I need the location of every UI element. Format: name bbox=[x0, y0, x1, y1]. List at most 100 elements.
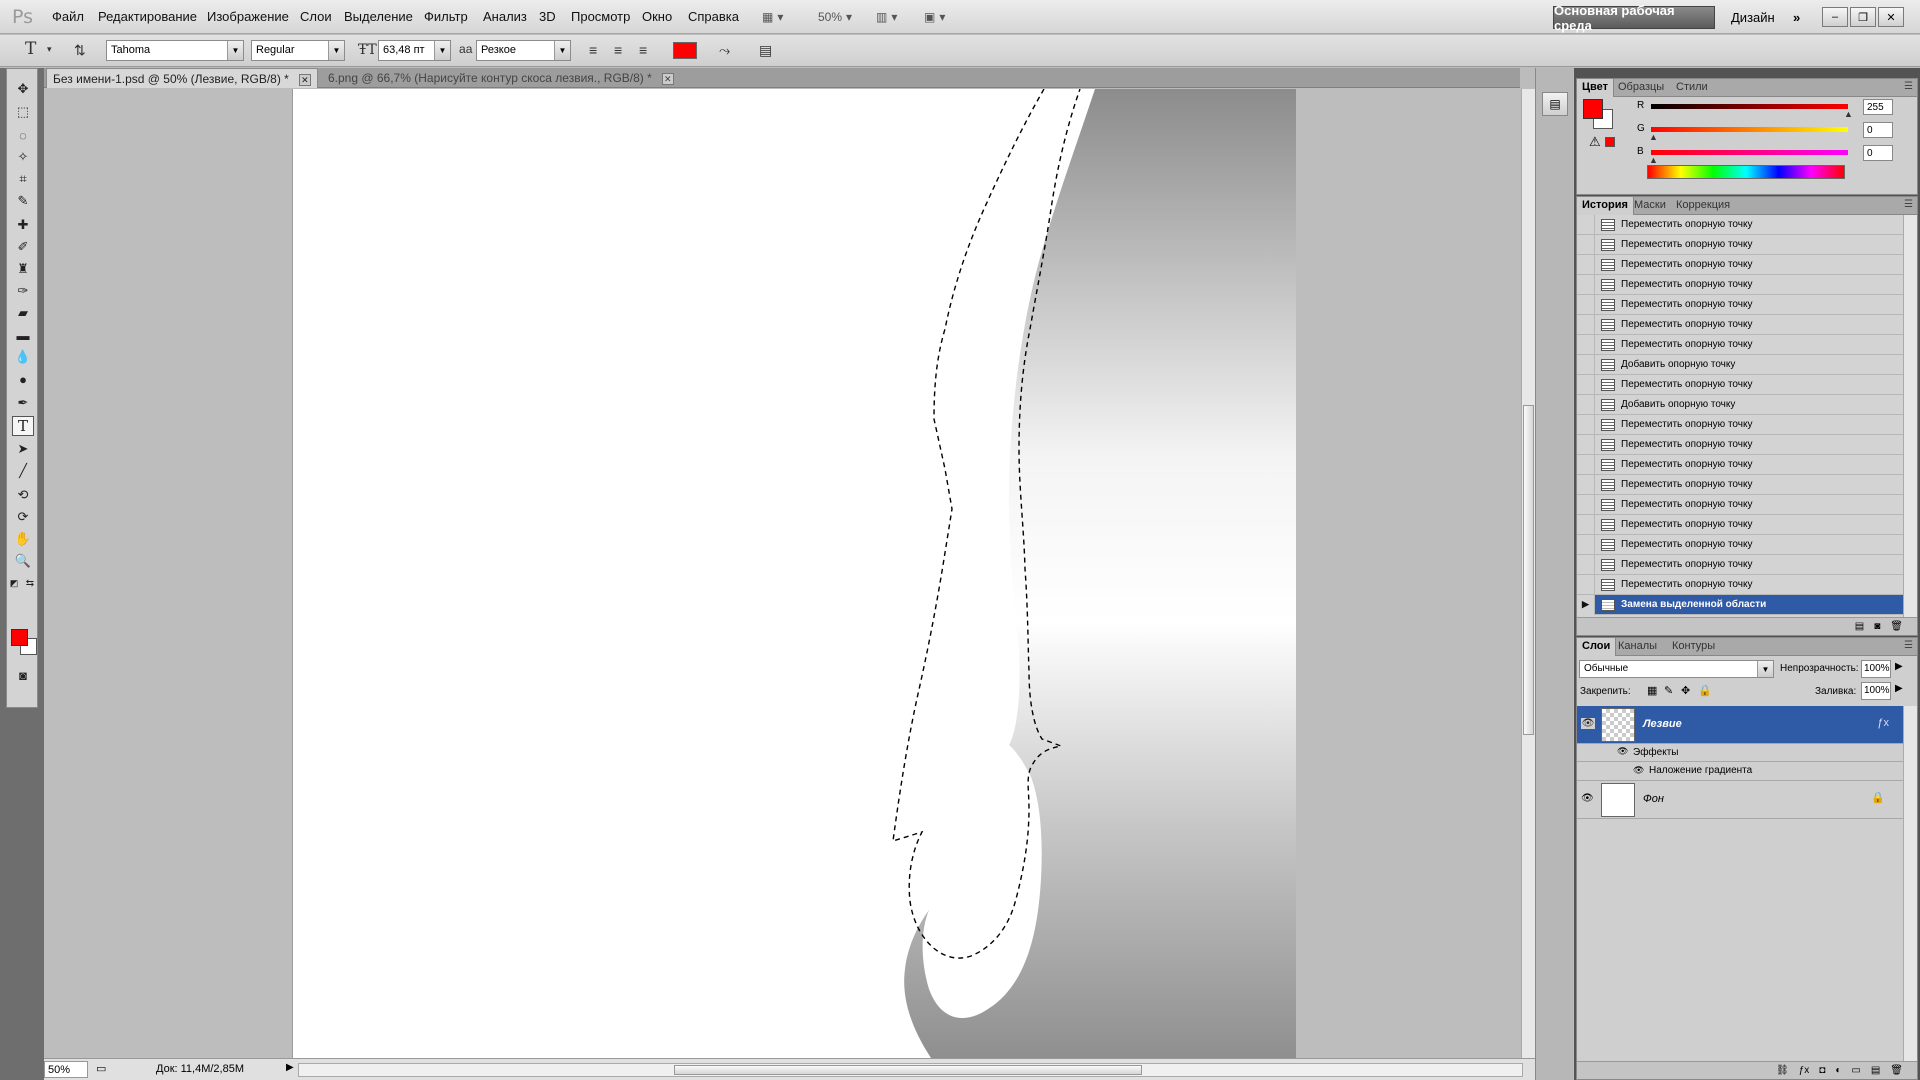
history-source-checkbox[interactable] bbox=[1577, 254, 1595, 275]
align-right-icon[interactable]: ≡ bbox=[639, 42, 647, 58]
history-source-checkbox[interactable] bbox=[1577, 294, 1595, 315]
close-icon[interactable]: ✕ bbox=[298, 74, 311, 86]
menu-window[interactable]: Окно bbox=[642, 9, 672, 24]
layer-name[interactable]: Фон bbox=[1643, 793, 1664, 805]
history-item[interactable]: Переместить опорную точку bbox=[1577, 314, 1903, 335]
fx-icon[interactable]: ƒx bbox=[1877, 717, 1889, 729]
color-spectrum-bar[interactable] bbox=[1647, 165, 1845, 179]
history-source-checkbox[interactable] bbox=[1577, 474, 1595, 495]
history-source-checkbox[interactable] bbox=[1577, 234, 1595, 255]
brush-tool-icon[interactable]: ✐ bbox=[12, 237, 34, 257]
tab-channels[interactable]: Каналы bbox=[1613, 638, 1662, 656]
document-canvas[interactable] bbox=[293, 89, 1296, 1058]
hand-tool-icon[interactable]: ✋ bbox=[12, 529, 34, 549]
opacity-arrow-icon[interactable]: ▶ bbox=[1895, 661, 1903, 672]
character-panel-icon[interactable]: ▤ bbox=[759, 42, 772, 59]
layer-row-background[interactable]: 👁 Фон 🔒 bbox=[1577, 781, 1903, 819]
scrollbar-thumb[interactable] bbox=[1523, 405, 1534, 735]
layers-scrollbar[interactable] bbox=[1903, 706, 1917, 1061]
history-dock-icon[interactable]: ▤ bbox=[1542, 92, 1568, 116]
eye-icon[interactable]: 👁 bbox=[1617, 746, 1628, 757]
tab-masks[interactable]: Маски bbox=[1629, 197, 1671, 215]
3d-orbit-tool-icon[interactable]: ⟳ bbox=[12, 507, 34, 527]
history-source-checkbox[interactable] bbox=[1577, 394, 1595, 415]
menu-help[interactable]: Справка bbox=[688, 9, 739, 24]
eye-icon[interactable]: 👁 bbox=[1581, 718, 1595, 729]
status-info-icon[interactable]: ▭ bbox=[96, 1062, 106, 1075]
menu-file[interactable]: Файл bbox=[52, 9, 84, 24]
workspace-essentials-button[interactable]: Основная рабочая среда bbox=[1553, 3, 1715, 33]
slider-knob-icon[interactable]: ▲ bbox=[1844, 109, 1853, 119]
layer-effect-row[interactable]: 👁 Наложение градиента bbox=[1577, 762, 1903, 781]
slider-b[interactable]: B ▲ 0 bbox=[1637, 145, 1907, 165]
foreground-color-swatch[interactable] bbox=[1583, 99, 1603, 119]
arrange-docs-button[interactable]: ▦ ▾ bbox=[762, 6, 783, 28]
font-size-select[interactable]: 63,48 пт ▼ bbox=[378, 40, 451, 61]
new-layer-icon[interactable]: ▤ bbox=[1871, 1065, 1880, 1076]
history-source-checkbox[interactable] bbox=[1577, 374, 1595, 395]
workspace-more-button[interactable]: » bbox=[1793, 10, 1800, 25]
history-item[interactable]: Добавить опорную точку bbox=[1577, 354, 1903, 375]
history-source-checkbox[interactable] bbox=[1577, 534, 1595, 555]
eyedropper-tool-icon[interactable]: ✎ bbox=[12, 191, 34, 211]
scrollbar-thumb[interactable] bbox=[674, 1065, 1142, 1075]
history-source-checkbox[interactable] bbox=[1577, 554, 1595, 575]
move-tool-icon[interactable]: ✥ bbox=[12, 79, 34, 99]
slider-g[interactable]: G ▲ 0 bbox=[1637, 122, 1907, 142]
menu-filter[interactable]: Фильтр bbox=[424, 9, 468, 24]
swap-colors-icon[interactable]: ⇆ bbox=[23, 573, 37, 593]
align-left-icon[interactable]: ≡ bbox=[589, 42, 597, 58]
new-group-icon[interactable]: ▭ bbox=[1851, 1065, 1860, 1076]
tab-color[interactable]: Цвет bbox=[1577, 79, 1615, 97]
history-item[interactable]: Переместить опорную точку bbox=[1577, 414, 1903, 435]
history-source-checkbox[interactable]: ▶ bbox=[1577, 594, 1595, 615]
tab-layers[interactable]: Слои bbox=[1577, 638, 1617, 656]
channel-value-input[interactable]: 0 bbox=[1863, 145, 1893, 161]
canvas-area[interactable] bbox=[44, 89, 1520, 1058]
opacity-input[interactable]: 100% bbox=[1861, 660, 1891, 678]
layer-row-blade[interactable]: 👁 Лезвие ƒx bbox=[1577, 706, 1903, 744]
lasso-tool-icon[interactable]: ◌ bbox=[12, 125, 34, 145]
gradient-tool-icon[interactable]: ▬ bbox=[12, 325, 34, 345]
3d-rotate-tool-icon[interactable]: ⟲ bbox=[12, 485, 34, 505]
tab-history[interactable]: История bbox=[1577, 197, 1634, 215]
panel-menu-icon[interactable]: ☰ bbox=[1904, 81, 1913, 92]
history-item[interactable]: Переместить опорную точку bbox=[1577, 254, 1903, 275]
history-item[interactable]: ▶ Замена выделенной области bbox=[1577, 594, 1903, 615]
menu-image[interactable]: Изображение bbox=[207, 9, 289, 24]
history-source-checkbox[interactable] bbox=[1577, 454, 1595, 475]
tab-styles[interactable]: Стили bbox=[1671, 79, 1713, 97]
history-item[interactable]: Переместить опорную точку bbox=[1577, 374, 1903, 395]
slider-knob-icon[interactable]: ▲ bbox=[1649, 155, 1658, 165]
tab-doc-1[interactable]: Без имени-1.psd @ 50% (Лезвие, RGB/8) * ✕ bbox=[46, 68, 318, 88]
zoom-dropdown[interactable]: 50% ▾ bbox=[818, 6, 852, 28]
close-button[interactable]: ✕ bbox=[1878, 7, 1904, 27]
gamut-warning-icon[interactable]: ⚠ bbox=[1589, 134, 1601, 150]
slider-track[interactable] bbox=[1651, 150, 1848, 155]
menu-view[interactable]: Просмотр bbox=[571, 9, 630, 24]
pen-tool-icon[interactable]: ✒ bbox=[12, 393, 34, 413]
slider-knob-icon[interactable]: ▲ bbox=[1649, 132, 1658, 142]
history-item[interactable]: Переместить опорную точку bbox=[1577, 215, 1903, 235]
status-menu-arrow-icon[interactable]: ▶ bbox=[286, 1062, 294, 1073]
eye-icon[interactable]: 👁 bbox=[1633, 765, 1644, 776]
quick-select-tool-icon[interactable]: ✧ bbox=[12, 147, 34, 167]
history-source-checkbox[interactable] bbox=[1577, 274, 1595, 295]
quick-mask-icon[interactable]: ◙ bbox=[12, 665, 34, 685]
fx-icon[interactable]: ƒx bbox=[1799, 1065, 1810, 1076]
workspace-design-link[interactable]: Дизайн bbox=[1731, 10, 1775, 25]
add-mask-icon[interactable]: ◘ bbox=[1819, 1065, 1825, 1076]
healing-brush-tool-icon[interactable]: ✚ bbox=[12, 215, 34, 235]
tab-adjustments[interactable]: Коррекция bbox=[1671, 197, 1735, 215]
history-item[interactable]: Переместить опорную точку bbox=[1577, 514, 1903, 535]
fill-arrow-icon[interactable]: ▶ bbox=[1895, 683, 1903, 694]
dodge-tool-icon[interactable]: ● bbox=[12, 369, 34, 389]
layer-name[interactable]: Лезвие bbox=[1643, 718, 1682, 730]
adjustment-layer-icon[interactable]: ◐ bbox=[1835, 1065, 1841, 1076]
new-document-from-state-icon[interactable]: ▤ bbox=[1855, 621, 1864, 632]
history-item[interactable]: Переместить опорную точку bbox=[1577, 534, 1903, 555]
text-orientation-icon[interactable]: ⇅ bbox=[74, 42, 86, 59]
align-center-icon[interactable]: ≡ bbox=[614, 42, 622, 58]
lock-pixels-icon[interactable]: ✎ bbox=[1664, 684, 1673, 697]
menu-select[interactable]: Выделение bbox=[344, 9, 413, 24]
